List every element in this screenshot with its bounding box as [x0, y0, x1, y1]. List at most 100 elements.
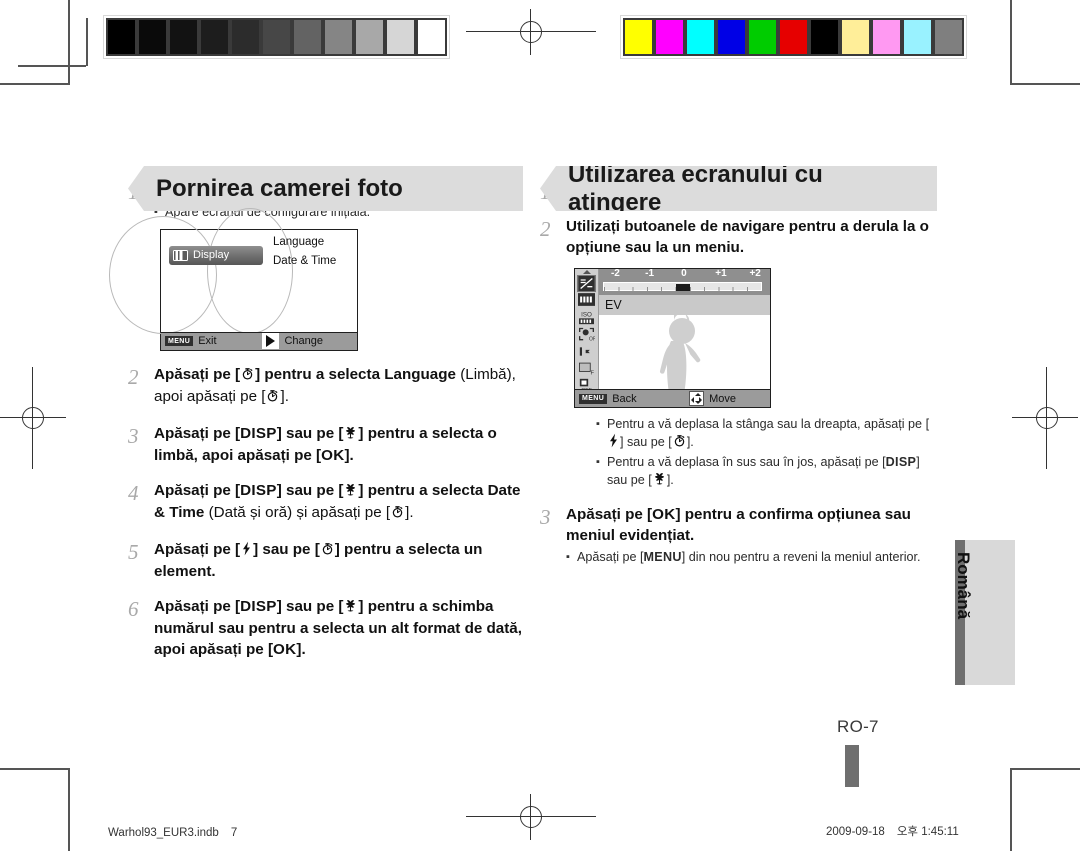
ev-tick-label: 0 [681, 268, 687, 279]
control-patch [416, 18, 447, 56]
menu-option-datetime[interactable]: Date & Time [273, 255, 336, 267]
ev-scale[interactable]: -2 -1 0 +1 +2 [599, 268, 770, 295]
right-step-list: 1În modul Fotografiere, apăsați pe [MENU… [540, 180, 940, 566]
text-run: ]. [686, 435, 694, 449]
control-patch [168, 18, 199, 56]
step-body: Apăsați pe [OK] pentru a confirma opțiun… [566, 505, 940, 566]
svg-text:ISO: ISO [581, 312, 592, 319]
note-item: ▪ Apăsați pe [MENU] din nou pentru a reve… [566, 549, 940, 566]
text-run: DISP [240, 481, 277, 499]
text-run: OK [652, 506, 676, 523]
camera-screen-option-rail: ISOOFFFOFF [575, 269, 599, 398]
bottom-bar-exit-label: Exit [198, 335, 217, 347]
menu-option-language[interactable]: Language [273, 236, 324, 248]
step-number: 2 [540, 217, 551, 241]
control-patch [623, 18, 654, 56]
crop-mark-br-h [1012, 768, 1080, 770]
crop-mark-br-v [1010, 768, 1012, 851]
control-patch [261, 18, 292, 56]
note-text: Pentru a vă deplasa în sus sau în jos, a… [607, 454, 940, 491]
camera-screen-setup: Display Language Date & Time MENU Exit Change [109, 207, 358, 351]
note-item: ▪ Pentru a vă deplasa în sus sau în jos, … [596, 454, 940, 491]
section-title-left: Pornirea camerei foto [156, 174, 403, 202]
camera-screen-bottom-bar: MENU Exit Change [161, 331, 357, 350]
control-patch [902, 18, 933, 56]
macro-icon [343, 425, 358, 447]
iso-icon[interactable]: ISO [578, 310, 595, 325]
bullet-icon: ▪ [596, 418, 600, 430]
text-run: Apăsați pe [ [154, 424, 241, 442]
text-run: ] sau pe [ [276, 481, 344, 499]
instruction-step: 5 Apăsați pe [] sau pe [] pentru a select… [128, 540, 528, 583]
instruction-step: 6 Apăsați pe [DISP] sau pe [] pentru a sc… [128, 597, 528, 661]
step-text: Apăsați pe [] sau pe [] pentru a selecta… [154, 540, 528, 583]
decor-arc-2 [207, 207, 293, 334]
footer-time: 1:45:11 [921, 826, 959, 838]
ev-ruler [603, 282, 762, 292]
text-run: DISP [240, 597, 277, 615]
section-header-right: Utilizarea ecranului cu atingere [540, 166, 937, 211]
instruction-step: 3 Apăsați pe [DISP] sau pe [] pentru a se… [128, 424, 528, 467]
note-item: ▪ Pentru a vă deplasa la stânga sau la dr… [596, 416, 940, 453]
person-silhouette-icon [659, 315, 700, 389]
step-body: Apăsați pe [DISP] sau pe [] pentru a sel… [154, 481, 528, 526]
text-run: (Dată și oră) și apăsați pe [ [204, 504, 391, 521]
right-column: Utilizarea ecranului cu atingere 1În mod… [540, 166, 940, 566]
step-number: 4 [128, 480, 139, 505]
registration-mark-bottom [466, 794, 596, 840]
control-patch [933, 18, 964, 56]
bottom-bar-move-group: Move [689, 391, 736, 406]
note-text: Apăsați pe [MENU] din nou pentru a reven… [577, 549, 940, 566]
display-icon [173, 249, 188, 261]
ev-setting-label: EV [599, 295, 770, 315]
instruction-step: 3 Apăsați pe [OK] pentru a confirma opțiu… [540, 505, 940, 566]
text-run: ] pentru a selecta [255, 365, 385, 383]
menu-item-display-label: Display [193, 249, 230, 261]
ev-icon[interactable] [577, 275, 596, 292]
footer-timestamp: 2009-09-18 오후 1:45:11 [826, 823, 959, 839]
left-step-list: 1Apăsați pe [POWER].▪Apare ecranul de co… [109, 180, 528, 661]
bullet-icon: ▪ [566, 551, 570, 563]
footer-file-name: Warhol93_EUR3.indb [108, 827, 219, 839]
step-text: Utilizați butoanele de navigare pentru a… [566, 217, 940, 258]
control-patch [685, 18, 716, 56]
note-text: Pentru a vă deplasa la stânga sau la dre… [607, 416, 940, 453]
chevron-up-icon[interactable] [582, 270, 591, 274]
text-run: DISP [885, 455, 917, 469]
color-control-strip [620, 15, 967, 59]
step-number: 3 [128, 423, 139, 448]
text-run: Apăsați pe [ [154, 540, 241, 558]
bottom-bar-back-label: Back [612, 392, 637, 405]
step-body: Apăsați pe [DISP] sau pe [] pentru a sch… [154, 597, 528, 661]
control-patch [106, 18, 137, 56]
macro-icon [343, 598, 358, 620]
text-run: ] din nou pentru a reveni la meniul ante… [681, 550, 921, 564]
control-patch [292, 18, 323, 56]
section-title-right: Utilizarea ecranului cu atingere [568, 160, 823, 216]
focus-area-icon[interactable] [578, 344, 595, 359]
step-text: Apăsați pe [] pentru a selecta Language … [154, 365, 528, 410]
step-text: Apăsați pe [DISP] sau pe [] pentru a sel… [154, 424, 528, 467]
text-run: Apăsați pe [ [577, 550, 644, 564]
footer-file-info: Warhol93_EUR3.indb 7 [108, 827, 237, 839]
menu-item-display[interactable]: Display [169, 245, 263, 265]
text-run: MENU [643, 550, 682, 564]
text-run: Pentru a vă deplasa la stânga sau la dre… [607, 417, 930, 431]
text-run: Language [384, 365, 456, 383]
grayscale-control-strip [103, 15, 450, 59]
footer-meridiem: 오후 [896, 826, 918, 838]
camera-screen-ev: ISOOFFFOFF-2-10+1+2EVMENUBackMove [574, 268, 771, 408]
right-lcd-wrap: ISOOFFFOFF-2-10+1+2EVMENUBackMove▪Pentru… [540, 268, 940, 491]
crop-mark-tl-v [68, 0, 70, 85]
image-quality-icon[interactable]: F [578, 361, 595, 376]
self-timer-icon [672, 433, 687, 453]
control-patch [230, 18, 261, 56]
crop-mark-tl-h [0, 83, 68, 85]
face-detection-off-icon[interactable]: OFF [578, 327, 599, 342]
white-balance-icon[interactable] [578, 293, 595, 308]
text-run: ] pentru a selecta [358, 481, 488, 499]
language-tab-label: Română [954, 552, 973, 620]
ev-tick-label: -1 [645, 268, 655, 279]
ev-tick-label: +2 [749, 268, 761, 279]
ev-cursor[interactable] [675, 284, 690, 291]
